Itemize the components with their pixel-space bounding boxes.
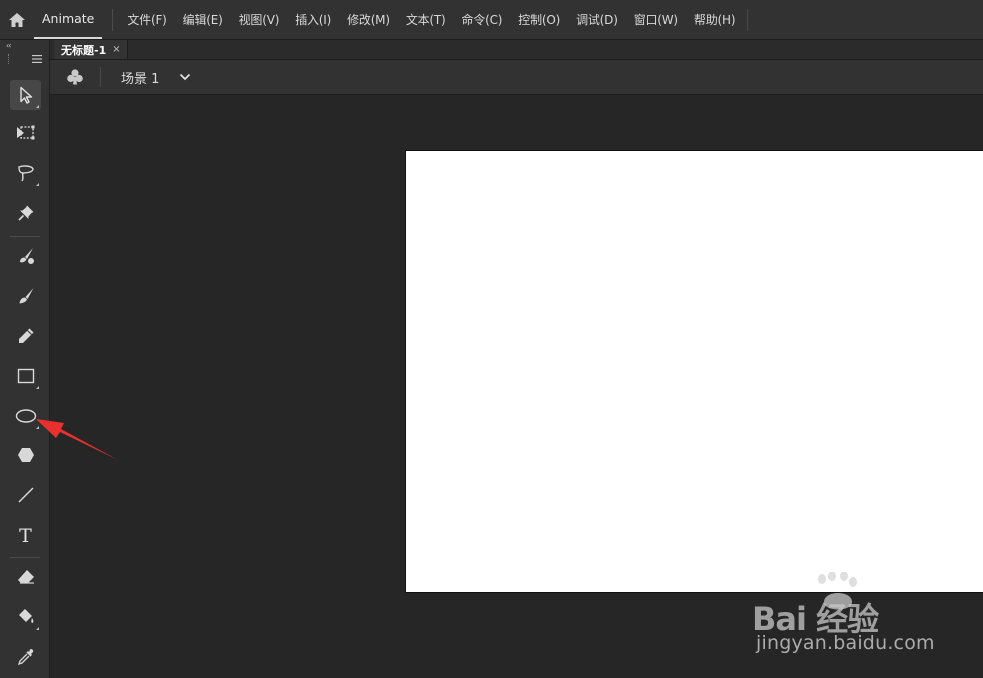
panel-menu-icon[interactable] (32, 55, 42, 63)
watermark-url: jingyan.baidu.com (756, 632, 935, 654)
panel-grip[interactable] (8, 54, 11, 64)
oval-tool[interactable] (10, 401, 41, 431)
menu-divider-end (747, 8, 749, 31)
menu-modify[interactable]: 修改(M) (339, 0, 398, 39)
text-t-icon: T (19, 525, 32, 547)
scene-icon[interactable] (50, 60, 100, 94)
line-tool[interactable] (10, 480, 41, 510)
menu-insert[interactable]: 插入(I) (287, 0, 339, 39)
collapse-panel-icon[interactable]: ‹‹ (6, 41, 12, 50)
rectangle-tool[interactable] (10, 361, 41, 391)
polystar-tool[interactable] (10, 440, 41, 470)
pencil-tool[interactable] (10, 321, 41, 351)
menu-edit[interactable]: 编辑(E) (175, 0, 231, 39)
tools-panel: ‹‹ T (0, 40, 50, 678)
menu-view[interactable]: 视图(V) (231, 0, 288, 39)
lasso-tool[interactable] (10, 158, 41, 188)
animate-window: Animate 文件(F) 编辑(E) 视图(V) 插入(I) 修改(M) 文本… (0, 0, 983, 678)
menu-debug[interactable]: 调试(D) (568, 0, 626, 39)
eyedropper-tool[interactable] (10, 642, 41, 672)
pencil-icon (18, 328, 33, 343)
oval-icon (15, 409, 36, 423)
close-icon[interactable]: × (112, 44, 120, 55)
paint-brush-tool[interactable] (10, 241, 41, 271)
eraser-tool[interactable] (10, 562, 41, 592)
paint-bucket-icon (18, 609, 33, 623)
brush-icon (19, 288, 33, 304)
lasso-icon (17, 165, 34, 182)
club-scene-icon (67, 69, 83, 85)
toolbar-divider (10, 557, 40, 558)
menu-control[interactable]: 控制(O) (510, 0, 568, 39)
document-tab-title: 无标题-1 (61, 43, 107, 57)
stage-canvas[interactable] (405, 150, 983, 593)
asset-warp-tool[interactable] (10, 198, 41, 228)
menu-bar: Animate 文件(F) 编辑(E) 视图(V) 插入(I) 修改(M) 文本… (0, 0, 983, 40)
paint-brush-icon (19, 248, 34, 264)
menu-help[interactable]: 帮助(H) (686, 0, 743, 39)
toolbar-divider (10, 236, 40, 237)
home-icon (9, 12, 25, 27)
text-tool[interactable]: T (10, 521, 41, 551)
brush-tool[interactable] (10, 281, 41, 311)
paint-bucket-tool[interactable] (10, 602, 41, 632)
chevron-down-icon (180, 73, 191, 81)
document-tab-bar: 无标题-1 × (50, 40, 983, 60)
home-button[interactable] (0, 0, 34, 39)
scene-name[interactable]: 场景 1 (121, 68, 159, 87)
pin-icon (17, 205, 33, 221)
menu-commands[interactable]: 命令(C) (454, 0, 511, 39)
rectangle-icon (17, 368, 34, 384)
menu-divider (112, 8, 114, 31)
scene-divider (100, 67, 101, 87)
hexagon-icon (17, 448, 34, 462)
selection-tool[interactable] (10, 80, 41, 110)
menu-file[interactable]: 文件(F) (119, 0, 174, 39)
free-transform-icon (16, 125, 34, 140)
eraser-icon (17, 570, 34, 584)
app-name: Animate (34, 0, 103, 39)
menu-text[interactable]: 文本(T) (398, 0, 454, 39)
scene-bar: 场景 1 (50, 60, 983, 95)
document-tab[interactable]: 无标题-1 × (54, 40, 128, 59)
menu-window[interactable]: 窗口(W) (626, 0, 686, 39)
line-icon (17, 487, 34, 503)
free-transform-tool[interactable] (10, 118, 41, 148)
eyedropper-icon (17, 649, 33, 666)
scene-dropdown-button[interactable] (179, 70, 193, 84)
selection-arrow-icon (19, 86, 32, 104)
